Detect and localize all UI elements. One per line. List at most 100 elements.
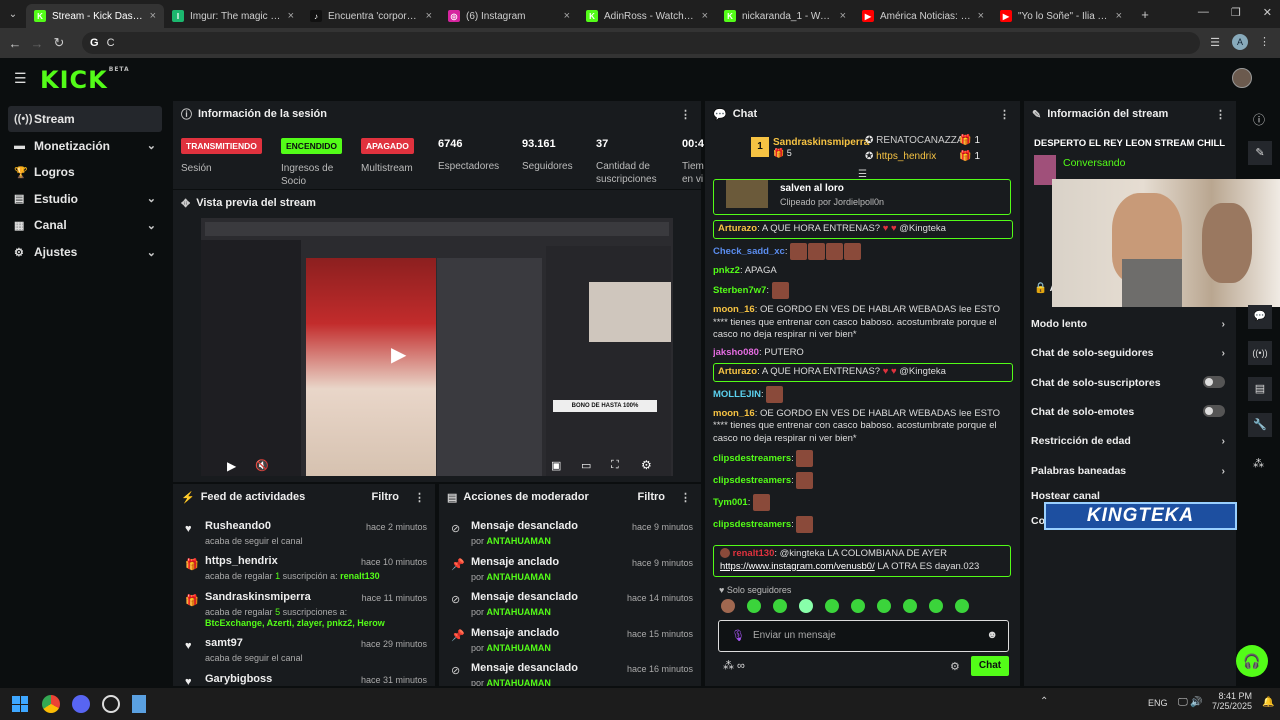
chat-settings-gear-icon[interactable]: ⚙ <box>950 660 960 673</box>
quick-emote-icon[interactable] <box>721 599 735 613</box>
chat-username[interactable]: Arturazo <box>718 366 757 377</box>
browser-menu-icon[interactable]: ⋮ <box>1259 35 1270 48</box>
info-rail-icon[interactable]: ⓘ <box>1253 111 1265 128</box>
setting-toggle[interactable] <box>1203 405 1225 417</box>
moderator-username[interactable]: ANTAHUAMAN <box>487 572 551 582</box>
quick-emote-icon[interactable] <box>747 599 761 613</box>
quick-emote-icon[interactable] <box>955 599 969 613</box>
chrome-taskbar-icon[interactable] <box>42 695 60 713</box>
quick-emote-icon[interactable] <box>877 599 891 613</box>
browser-tab[interactable]: K Stream - Kick Dashboard × <box>26 4 164 28</box>
theater-icon[interactable]: ▭ <box>581 459 591 472</box>
stream-info-menu-icon[interactable]: ⋮ <box>1215 108 1226 121</box>
chat-mention[interactable]: @Kingteka <box>899 223 946 234</box>
chat-username[interactable]: moon_16 <box>713 304 755 315</box>
chat-setting-row[interactable]: Chat de solo-suscriptores <box>1031 376 1231 389</box>
feed-filter-button[interactable]: Filtro <box>372 491 400 503</box>
quick-emote-icon[interactable] <box>929 599 943 613</box>
tab-close-icon[interactable]: × <box>840 10 846 22</box>
restore-icon[interactable]: ❐ <box>1231 6 1241 19</box>
sidebar-item[interactable]: ⚙ Ajustes ⌄ <box>8 239 162 265</box>
calculator-taskbar-icon[interactable] <box>132 695 146 713</box>
chat-username[interactable]: MOLLEJIN <box>713 389 761 400</box>
moderator-username[interactable]: ANTAHUAMAN <box>487 607 551 617</box>
quick-emote-icon[interactable] <box>773 599 787 613</box>
obs-taskbar-icon[interactable] <box>102 695 120 713</box>
tab-close-icon[interactable]: × <box>702 10 708 22</box>
chat-setting-row[interactable]: Chat de solo-emotes <box>1031 405 1231 418</box>
moderator-username[interactable]: ANTAHUAMAN <box>487 536 551 546</box>
kick-logo[interactable]: KICKBETA <box>40 66 130 94</box>
top-gifter[interactable]: ✪ https_hendrix 🎁 1 <box>865 151 980 162</box>
setting-toggle[interactable] <box>1203 376 1225 388</box>
new-tab-plus-icon[interactable]: + <box>1134 7 1156 22</box>
minimize-icon[interactable]: — <box>1198 6 1209 19</box>
address-bar[interactable]: G C <box>82 32 1200 54</box>
profile-avatar-icon[interactable]: A <box>1232 34 1248 50</box>
moderator-username[interactable]: ANTAHUAMAN <box>487 643 551 653</box>
browser-tab[interactable]: I Imgur: The magic of the Internet × <box>164 4 302 28</box>
back-arrow-icon[interactable]: ← <box>4 36 26 51</box>
chat-username[interactable]: moon_16 <box>713 408 755 419</box>
chat-username[interactable]: clipsdestreamers <box>713 453 791 464</box>
chat-mention[interactable]: @Kingteka <box>899 366 946 377</box>
mod-rail-icon[interactable]: ▤ <box>1248 377 1272 401</box>
sidebar-item[interactable]: ▦ Canal ⌄ <box>8 212 162 238</box>
chat-input[interactable]: 🎙 Enviar un mensaje ☻ <box>718 620 1009 652</box>
edit-rail-icon[interactable]: ✎ <box>1248 141 1272 165</box>
chat-setting-row[interactable]: Modo lento › <box>1031 318 1231 330</box>
chat-username[interactable]: pnkz2 <box>713 265 740 276</box>
feed-sub-users[interactable]: renalt130 <box>340 571 380 581</box>
tab-list-chevron-icon[interactable]: ⌄ <box>0 9 26 20</box>
microphone-icon[interactable]: 🎙 <box>731 629 745 642</box>
browser-tab[interactable]: ▶ América Noticias: Familia × <box>854 4 992 28</box>
windows-start-icon[interactable] <box>12 696 28 712</box>
send-chat-button[interactable]: Chat <box>971 656 1009 676</box>
quick-emote-icon[interactable] <box>799 599 813 613</box>
apps-rail-icon[interactable]: ⁂ <box>1253 457 1264 470</box>
quick-emote-icon[interactable] <box>851 599 865 613</box>
browser-tab[interactable]: ▶ "Yo lo Soñe" - Ilia Topuria × <box>992 4 1130 28</box>
quick-emote-icon[interactable] <box>903 599 917 613</box>
chat-link[interactable]: https://www.instagram.com/venusb0/ <box>720 561 875 572</box>
discord-taskbar-icon[interactable] <box>72 695 90 713</box>
chat-username[interactable]: clipsdestreamers <box>713 475 791 486</box>
chat-username[interactable]: Check_sadd_xc <box>713 246 785 257</box>
points-infinity-icon[interactable]: ⁂ ∞ <box>723 659 745 672</box>
chat-username[interactable]: Tym001 <box>713 497 748 508</box>
chat-username[interactable]: Arturazo <box>718 223 757 234</box>
tray-chevron-icon[interactable]: ⌃ <box>1040 696 1048 707</box>
tools-rail-icon[interactable]: 🔧 <box>1248 413 1272 437</box>
browser-tab[interactable]: K AdinRoss - Watch clips on Kick × <box>578 4 716 28</box>
language-indicator[interactable]: ENG <box>1148 698 1168 708</box>
hamburger-menu-icon[interactable]: ☰ <box>14 70 27 87</box>
mod-filter-button[interactable]: Filtro <box>638 491 666 503</box>
feed-menu-icon[interactable]: ⋮ <box>414 491 425 504</box>
fullscreen-icon[interactable]: ⛶ <box>611 459 619 472</box>
stream-category[interactable]: Conversando <box>1063 157 1125 169</box>
settings-gear-icon[interactable]: ⚙ <box>641 458 652 472</box>
tab-close-icon[interactable]: × <box>564 10 570 22</box>
notifications-icon[interactable]: 🔔 <box>1262 697 1274 708</box>
chat-username[interactable]: Sterben7w7 <box>713 285 766 296</box>
chat-rail-icon[interactable]: 💬 <box>1248 305 1272 329</box>
clock[interactable]: 8:41 PM 7/25/2025 <box>1212 691 1252 711</box>
pinned-clip[interactable]: salven al loro Clipeado por Jordielpoll0… <box>713 179 1011 215</box>
tab-close-icon[interactable]: × <box>426 10 432 22</box>
feed-username[interactable]: https_hendrix <box>205 555 278 567</box>
forward-arrow-icon[interactable]: → <box>26 36 48 51</box>
user-avatar[interactable] <box>1232 68 1252 88</box>
sidebar-item[interactable]: 🏆 Logros <box>8 159 162 185</box>
sidebar-item[interactable]: ▤ Estudio ⌄ <box>8 186 162 212</box>
chat-setting-row[interactable]: Hostear canal <box>1031 490 1231 502</box>
network-volume-icon[interactable]: 🖵 🔊 <box>1178 697 1203 708</box>
play-icon[interactable]: ▶ <box>227 459 236 473</box>
support-headset-icon[interactable]: 🎧 <box>1236 645 1268 677</box>
browser-tab[interactable]: ◎ (6) Instagram × <box>440 4 578 28</box>
big-play-icon[interactable]: ▶ <box>391 342 406 367</box>
close-window-icon[interactable]: ✕ <box>1263 6 1272 19</box>
moderator-username[interactable]: ANTAHUAMAN <box>487 678 551 686</box>
tab-close-icon[interactable]: × <box>978 10 984 22</box>
browser-tab[interactable]: ♪ Encuentra 'corporacion tot... × <box>302 4 440 28</box>
feed-username[interactable]: samt97 <box>205 637 243 649</box>
